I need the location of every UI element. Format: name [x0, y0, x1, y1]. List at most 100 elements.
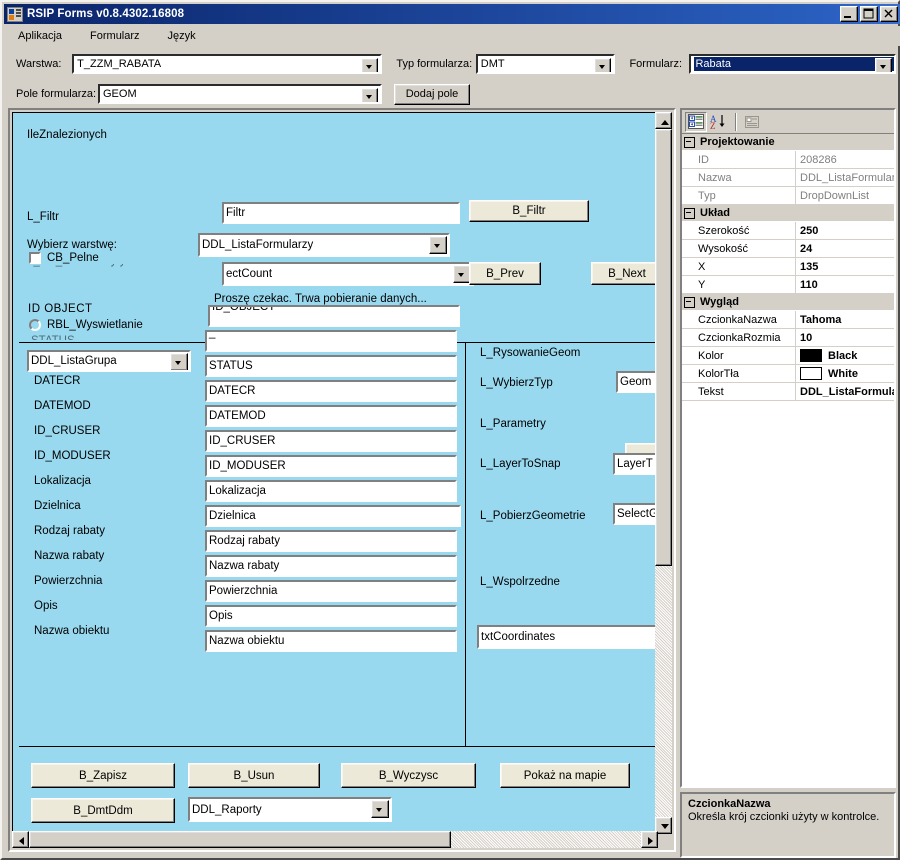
property-row[interactable]: ID 208286	[682, 151, 894, 169]
menu-item-aplikacja[interactable]: Aplikacja	[18, 30, 62, 42]
textbox-filtr[interactable]: Filtr	[222, 202, 460, 224]
chevron-down-icon[interactable]	[361, 58, 379, 72]
scroll-right-button[interactable]	[641, 831, 658, 848]
textbox-powierzchnia[interactable]: Powierzchnia	[205, 580, 457, 602]
property-row[interactable]: CzcionkaNazwa Tahoma	[682, 311, 894, 329]
categorized-view-icon[interactable]	[685, 111, 707, 132]
property-pages-icon[interactable]	[741, 112, 763, 132]
button-b-wyczysc[interactable]: B_Wyczysc	[341, 763, 476, 788]
property-value[interactable]: 24	[796, 240, 894, 257]
formularz-combo[interactable]: Rabata	[689, 54, 896, 74]
property-row[interactable]: CzcionkaRozmia 10	[682, 329, 894, 347]
textbox-lokalizacja[interactable]: Lokalizacja	[205, 480, 457, 502]
property-value[interactable]: 135	[796, 258, 894, 275]
menu-item-jezyk[interactable]: Język	[168, 30, 196, 42]
label-ileznalezionych[interactable]: IleZnalezionych	[27, 129, 107, 141]
label-id-object[interactable]: ID OBJECT	[28, 303, 93, 315]
textbox-opis[interactable]: Opis	[205, 605, 457, 627]
menu-item-formularz[interactable]: Formularz	[90, 30, 140, 42]
combo-layer-to-snap[interactable]: LayerT	[613, 453, 657, 475]
textbox-id-object[interactable]: ID_OBJECT	[208, 305, 460, 327]
chevron-down-icon[interactable]	[170, 353, 188, 370]
collapse-icon[interactable]	[684, 207, 695, 219]
property-value[interactable]: Tahoma	[796, 311, 894, 328]
label-l-layertosnap[interactable]: L_LayerToSnap	[480, 458, 561, 470]
label-l-parametry[interactable]: L_Parametry	[480, 418, 546, 430]
textbox-datemod[interactable]: DATEMOD	[205, 405, 457, 427]
collapse-icon[interactable]	[684, 136, 695, 148]
property-row[interactable]: Typ DropDownList	[682, 187, 894, 205]
combo-ddl-listaformularzy[interactable]: DDL_ListaFormularzy	[198, 233, 450, 257]
property-row[interactable]: Szerokość 250	[682, 222, 894, 240]
combo-ddl-listagrupa[interactable]: DDL_ListaGrupa	[27, 350, 191, 372]
button-b-usun[interactable]: B_Usun	[188, 763, 320, 788]
property-row[interactable]: KolorTła White	[682, 365, 894, 383]
property-category-header[interactable]: Projektowanie	[682, 134, 894, 151]
textbox-id-moduser[interactable]: ID_MODUSER	[205, 455, 457, 477]
combo-ddl-raporty[interactable]: DDL_Raporty	[188, 797, 392, 822]
collapse-icon[interactable]	[684, 296, 695, 308]
label-l-filtr[interactable]: L_Filtr	[27, 211, 59, 223]
button-b-prev[interactable]: B_Prev	[469, 262, 541, 285]
chevron-down-icon[interactable]	[429, 236, 447, 254]
label-id-cruser[interactable]: ID_CRUSER	[34, 425, 100, 437]
property-grid-list[interactable]: Projektowanie ID 208286 Nazwa DDL_ListaFormu…	[682, 134, 894, 786]
pole-formularza-combo[interactable]: GEOM	[98, 84, 382, 104]
vscroll-thumb[interactable]	[655, 129, 672, 566]
designer-horizontal-scrollbar[interactable]	[12, 831, 658, 848]
textbox-dzielnica[interactable]: Dzielnica	[205, 505, 461, 527]
textbox-id-cruser[interactable]: ID_CRUSER	[205, 430, 457, 452]
maximize-button[interactable]	[860, 6, 878, 22]
label-powierzchnia[interactable]: Powierzchnia	[34, 575, 102, 587]
combo-select-geom[interactable]: SelectG	[613, 503, 657, 525]
scroll-up-button[interactable]	[655, 112, 672, 129]
property-value[interactable]: 250	[796, 222, 894, 239]
chevron-down-icon[interactable]	[371, 800, 389, 818]
property-value[interactable]: 110	[796, 276, 894, 293]
property-value[interactable]: DDL_ListaFormularz	[796, 383, 894, 400]
property-value[interactable]: DropDownList	[796, 187, 894, 204]
hscroll-thumb[interactable]	[29, 831, 451, 848]
button-b-next[interactable]: B_Next	[591, 262, 657, 285]
property-row[interactable]: Y 110	[682, 276, 894, 294]
property-row[interactable]: NazwaDDL_ListaFormularzy	[682, 169, 894, 187]
property-row[interactable]: X 135	[682, 258, 894, 276]
radio-button-circle[interactable]	[29, 319, 41, 331]
textbox-nazwa-obiektu[interactable]: Nazwa obiektu	[205, 630, 457, 652]
warstwa-combo[interactable]: T_ZZM_RABATA	[72, 54, 383, 74]
chevron-down-icon[interactable]	[594, 58, 612, 72]
button-pokaz-na-mapie[interactable]: Pokaż na mapie	[500, 763, 630, 788]
checkbox-cb-pelne[interactable]: CB_Pelne	[29, 252, 99, 264]
label-id-moduser[interactable]: ID_MODUSER	[34, 450, 111, 462]
label-datecr[interactable]: DATECR	[34, 375, 80, 387]
property-value[interactable]: Black	[796, 347, 894, 364]
textbox-status[interactable]: STATUS	[205, 355, 457, 377]
label-l-wybierztyp[interactable]: L_WybierzTyp	[480, 377, 553, 389]
property-row[interactable]: Wysokość 24	[682, 240, 894, 258]
button-b-zapisz[interactable]: B_Zapisz	[31, 763, 175, 788]
label-opis[interactable]: Opis	[34, 600, 58, 612]
designer-vertical-scrollbar[interactable]	[655, 112, 672, 834]
typ-formularza-combo[interactable]: DMT	[475, 54, 616, 74]
property-row[interactable]: Kolor Black	[682, 347, 894, 365]
textbox-datecr[interactable]: DATECR	[205, 380, 457, 402]
combo-geom-type[interactable]: Geom	[616, 371, 657, 393]
property-value[interactable]: 208286	[796, 151, 894, 168]
property-value[interactable]: White	[796, 365, 894, 382]
textbox-row-top[interactable]: _	[205, 330, 457, 352]
form-canvas[interactable]: IleZnalezionych L_Filtr Filtr B_Filtr Wy…	[12, 112, 658, 834]
textbox-nazwa-rabaty[interactable]: Nazwa rabaty	[205, 555, 457, 577]
property-value[interactable]: 10	[796, 329, 894, 346]
textbox-rodzaj-rabaty[interactable]: Rodzaj rabaty	[205, 530, 457, 552]
label-nazwa-rabaty[interactable]: Nazwa rabaty	[34, 550, 104, 562]
textbox-coordinates[interactable]: txtCoordinates	[477, 625, 657, 649]
property-value[interactable]: DDL_ListaFormularzy	[796, 169, 894, 186]
label-dzielnica[interactable]: Dzielnica	[34, 500, 81, 512]
label-l-pobierzgeometrie[interactable]: L_PobierzGeometrie	[480, 510, 585, 522]
property-row[interactable]: TekstDDL_ListaFormularz	[682, 383, 894, 401]
label-lokalizacja[interactable]: Lokalizacja	[34, 475, 91, 487]
button-b-dmtddm[interactable]: B_DmtDdm	[31, 798, 175, 823]
button-b-filtr[interactable]: B_Filtr	[469, 200, 589, 222]
property-category-header[interactable]: Wygląd	[682, 294, 894, 311]
label-nazwa-obiektu[interactable]: Nazwa obiektu	[34, 625, 109, 637]
